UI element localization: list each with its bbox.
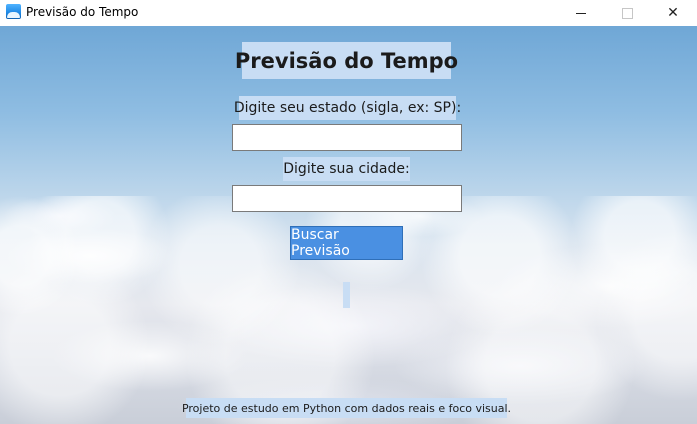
- state-input[interactable]: [232, 124, 462, 151]
- result-label: [343, 282, 350, 308]
- minimize-icon: [576, 12, 586, 14]
- window-title: Previsão do Tempo: [26, 5, 139, 19]
- footer-text: Projeto de estudo em Python com dados re…: [182, 398, 511, 418]
- minimize-button[interactable]: [558, 0, 604, 26]
- maximize-icon: [621, 7, 633, 19]
- maximize-button[interactable]: [604, 0, 650, 26]
- city-input[interactable]: [232, 185, 462, 212]
- app-weather-icon: [6, 4, 21, 19]
- sky-background: Previsão do Tempo Digite seu estado (sig…: [0, 26, 697, 424]
- title-bar[interactable]: Previsão do Tempo ✕: [0, 0, 697, 26]
- search-forecast-button[interactable]: Buscar Previsão: [290, 226, 403, 260]
- close-button[interactable]: ✕: [650, 0, 696, 26]
- city-label: Digite sua cidade:: [283, 157, 410, 181]
- page-title: Previsão do Tempo: [235, 42, 458, 79]
- app-window: Previsão do Tempo ✕ Previsão do Tempo Di…: [0, 0, 697, 424]
- state-label: Digite seu estado (sigla, ex: SP):: [234, 96, 461, 120]
- close-icon: ✕: [667, 5, 679, 21]
